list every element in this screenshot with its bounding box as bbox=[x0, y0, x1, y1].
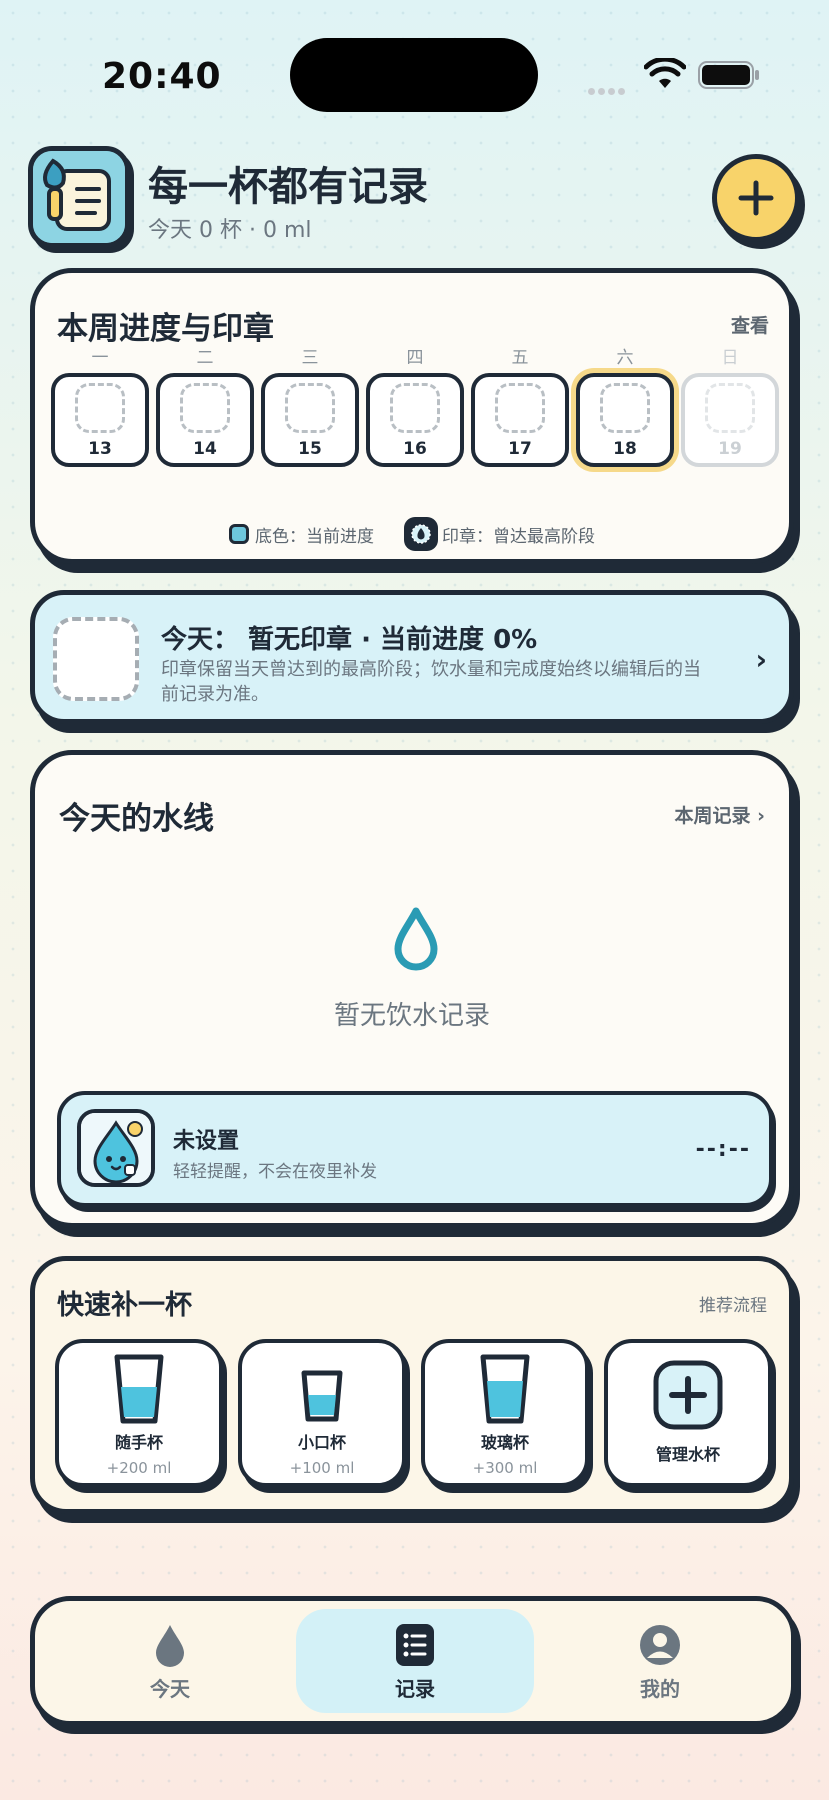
day-date: 18 bbox=[613, 439, 637, 459]
reminder-title: 未设置 bbox=[173, 1129, 240, 1154]
plus-square-icon bbox=[653, 1360, 723, 1430]
today-stamp-card[interactable]: 今天： 暂无印章 · 当前进度 0% 印章保留当天曾达到的最高阶段；饮水量和完成… bbox=[30, 590, 794, 724]
plus-icon bbox=[738, 180, 774, 216]
weekday-label: 四 bbox=[406, 348, 424, 368]
day-stamp-box: 18 bbox=[576, 373, 674, 467]
day-stamp-box: 14 bbox=[156, 373, 254, 467]
day-stamp-box: 19 bbox=[681, 373, 779, 467]
today-stamp-title: 今天： 暂无印章 · 当前进度 0% bbox=[161, 625, 538, 655]
week-records-label: 本周记录 bbox=[674, 805, 751, 827]
day-stamp-box: 17 bbox=[471, 373, 569, 467]
tall-cup-icon bbox=[114, 1354, 164, 1424]
cup-name: 玻璃杯 bbox=[480, 1433, 529, 1452]
weekday-label: 三 bbox=[301, 348, 319, 368]
cup-name: 随手杯 bbox=[114, 1433, 163, 1452]
small-cup-icon bbox=[301, 1370, 343, 1422]
status-time: 20:40 bbox=[102, 56, 222, 97]
reminder-mascot-icon bbox=[77, 1109, 155, 1187]
cup-button-glass[interactable]: 玻璃杯 +300 ml bbox=[421, 1339, 589, 1487]
day-stamp-box: 13 bbox=[51, 373, 149, 467]
weekday-label: 六 bbox=[616, 348, 634, 368]
cup-name: 小口杯 bbox=[297, 1433, 346, 1452]
week-records-link[interactable]: 本周记录 › bbox=[675, 801, 765, 828]
cup-amount: +100 ml bbox=[289, 1459, 355, 1477]
manage-cups-label: 管理水杯 bbox=[655, 1445, 720, 1464]
page-title: 每一杯都有记录 bbox=[148, 164, 428, 210]
drop-icon bbox=[156, 1625, 184, 1667]
weekday-label: 一 bbox=[91, 348, 109, 368]
tab-label: 我的 bbox=[640, 1677, 680, 1701]
day-wed[interactable]: 三 15 bbox=[261, 343, 359, 467]
day-sun: 日 19 bbox=[681, 343, 779, 467]
reminder-time: --:-- bbox=[695, 1137, 751, 1162]
chevron-right-icon: › bbox=[755, 643, 767, 676]
waterline-title: 今天的水线 bbox=[59, 801, 214, 837]
day-fri[interactable]: 五 17 bbox=[471, 343, 569, 467]
cup-button-small[interactable]: 小口杯 +100 ml bbox=[238, 1339, 406, 1487]
recommended-flow-link[interactable]: 推荐流程 bbox=[699, 1291, 767, 1316]
tab-bar: 今天 记录 我的 bbox=[30, 1596, 796, 1726]
waterline-card: 今天的水线 本周记录 › 暂无饮水记录 未设置 轻轻提醒，不会在夜里补发 --:… bbox=[30, 750, 794, 1228]
tab-records[interactable]: 记录 bbox=[296, 1609, 534, 1713]
day-stamp-box: 15 bbox=[261, 373, 359, 467]
cup-amount: +300 ml bbox=[472, 1459, 538, 1477]
weekday-label: 日 bbox=[721, 348, 739, 368]
legend-stamp-label: 印章：曾达最高阶段 bbox=[442, 526, 595, 547]
today-summary: 今天 0 杯 · 0 ml bbox=[148, 218, 312, 243]
app-logo bbox=[28, 146, 130, 248]
add-record-button[interactable] bbox=[712, 154, 800, 242]
reminder-subtitle: 轻轻提醒，不会在夜里补发 bbox=[173, 1162, 377, 1182]
quick-add-title: 快速补一杯 bbox=[57, 1290, 192, 1321]
legend-base-label: 底色：当前进度 bbox=[255, 526, 374, 547]
day-date: 16 bbox=[403, 439, 427, 459]
day-date: 15 bbox=[298, 439, 322, 459]
tab-today[interactable]: 今天 bbox=[51, 1609, 289, 1713]
day-date: 19 bbox=[718, 439, 742, 459]
cup-amount: +200 ml bbox=[106, 1459, 172, 1477]
quick-add-card: 快速补一杯 推荐流程 随手杯 +200 ml 小口杯 +100 ml 玻璃杯 +… bbox=[30, 1256, 794, 1514]
empty-state-text: 暂无饮水记录 bbox=[333, 1001, 490, 1031]
weekday-label: 五 bbox=[511, 348, 529, 368]
chevron-right-icon: › bbox=[757, 805, 765, 827]
dynamic-island bbox=[290, 38, 538, 112]
notebook-drop-icon bbox=[33, 151, 125, 243]
day-sat-today[interactable]: 六 18 bbox=[576, 343, 674, 467]
today-stamp-placeholder bbox=[53, 617, 139, 701]
list-icon bbox=[396, 1624, 434, 1666]
cellular-signal-icon bbox=[588, 80, 634, 95]
weekday-label: 二 bbox=[196, 348, 214, 368]
tab-label: 今天 bbox=[150, 1677, 190, 1701]
wifi-icon bbox=[644, 58, 686, 88]
day-stamp-box: 16 bbox=[366, 373, 464, 467]
cup-button-casual[interactable]: 随手杯 +200 ml bbox=[55, 1339, 223, 1487]
day-tue[interactable]: 二 14 bbox=[156, 343, 254, 467]
profile-icon bbox=[640, 1625, 680, 1665]
week-view-link[interactable]: 查看 bbox=[731, 311, 769, 338]
day-thu[interactable]: 四 16 bbox=[366, 343, 464, 467]
glass-cup-icon bbox=[480, 1354, 530, 1424]
day-date: 14 bbox=[193, 439, 217, 459]
day-date: 17 bbox=[508, 439, 532, 459]
battery-icon bbox=[698, 61, 759, 89]
reminder-card[interactable]: 未设置 轻轻提醒，不会在夜里补发 --:-- bbox=[57, 1091, 773, 1207]
today-stamp-desc: 印章保留当天曾达到的最高阶段；饮水量和完成度始终以编辑后的当前记录为准。 bbox=[161, 659, 701, 705]
progress-swatch-icon bbox=[229, 524, 249, 544]
tab-profile[interactable]: 我的 bbox=[541, 1609, 779, 1713]
week-legend: 底色：当前进度 印章：曾达最高阶段 bbox=[35, 517, 789, 551]
day-date: 13 bbox=[88, 439, 112, 459]
manage-cups-button[interactable]: 管理水杯 bbox=[604, 1339, 772, 1487]
week-card-title: 本周进度与印章 bbox=[57, 311, 274, 347]
week-progress-card: 本周进度与印章 查看 一 13 二 14 三 15 四 16 五 17 六 18… bbox=[30, 268, 794, 564]
water-drop-icon bbox=[394, 907, 438, 971]
tab-label: 记录 bbox=[395, 1677, 435, 1701]
day-mon[interactable]: 一 13 bbox=[51, 343, 149, 467]
stamp-icon bbox=[404, 517, 438, 551]
